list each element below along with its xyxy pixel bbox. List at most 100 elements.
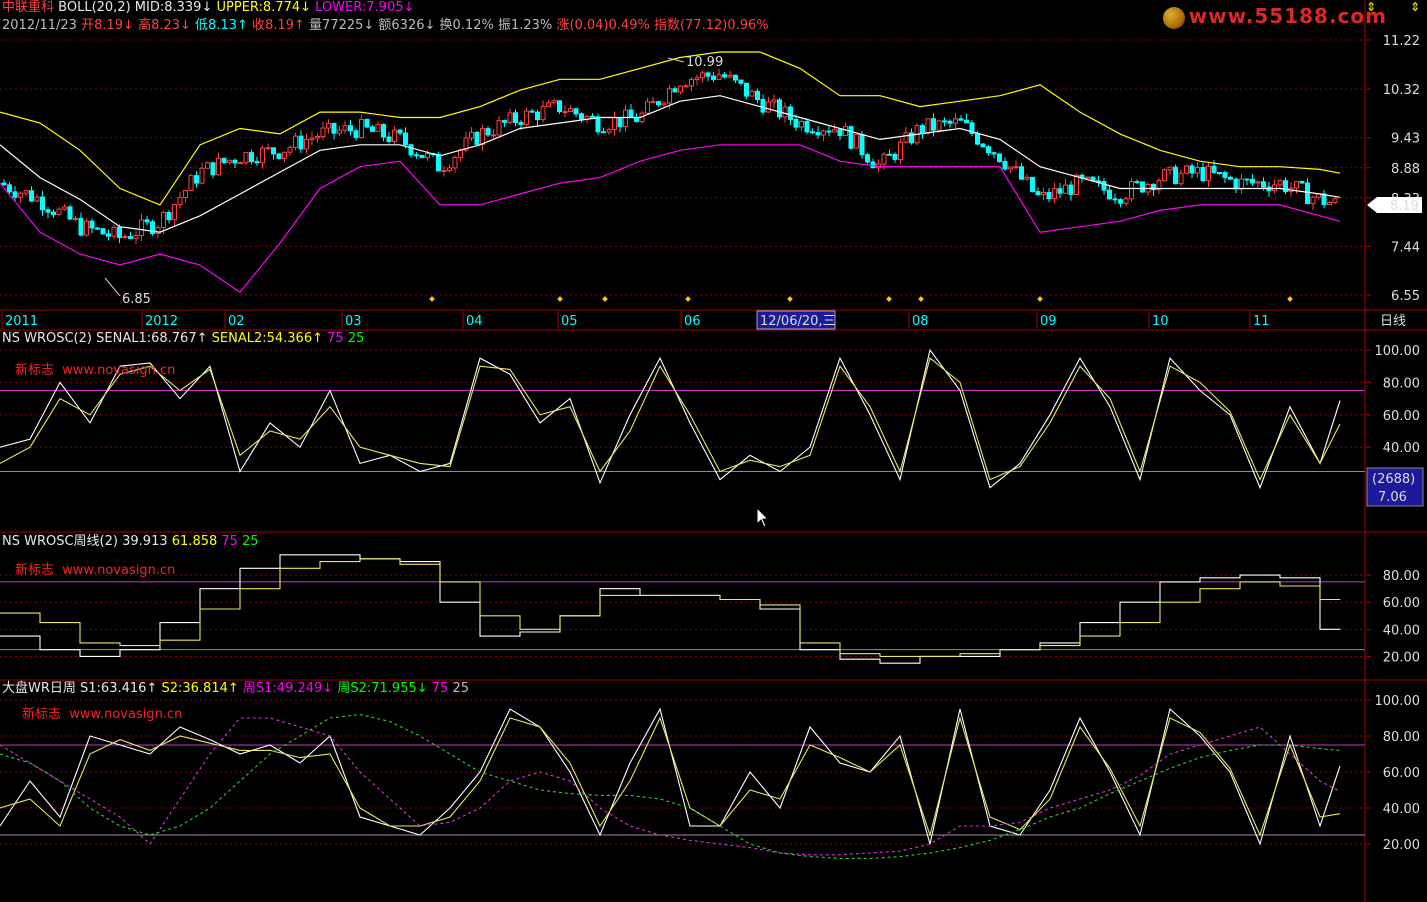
- x-axis-label: 03: [345, 314, 362, 329]
- candle-body: [551, 100, 557, 104]
- candle-body: [832, 129, 837, 133]
- panel3-title[interactable]: NS WROSC周线(2): [2, 534, 118, 549]
- period-label[interactable]: 日线: [1380, 314, 1406, 329]
- x-axis-label: 2011: [5, 314, 38, 329]
- candle-body: [23, 190, 29, 194]
- y-tick-label: 8.88: [1391, 162, 1420, 177]
- panel2-title[interactable]: NS WROSC(2): [2, 331, 92, 346]
- candle-body: [601, 131, 606, 134]
- candle-body: [315, 136, 320, 139]
- candle-body: [865, 154, 870, 163]
- candle-body: [436, 153, 441, 172]
- candle-body: [73, 217, 78, 220]
- y-tick-label: 80.00: [1383, 730, 1420, 745]
- quote-low: 低8.13↑: [195, 18, 248, 33]
- candle-body: [238, 162, 243, 165]
- candle-body: [920, 125, 925, 134]
- panel3-header: NS WROSC周线(2) 39.913 61.858 75 25: [2, 534, 259, 550]
- candle-body: [199, 167, 205, 184]
- panel3-series-1: [0, 558, 1341, 657]
- candle-body: [1057, 188, 1063, 194]
- candle-body: [1244, 178, 1250, 181]
- candle-body: [425, 153, 430, 159]
- panel4-title[interactable]: 大盘WR日周: [2, 681, 76, 696]
- candle-body: [1101, 181, 1107, 191]
- candle-body: [1184, 165, 1189, 174]
- candle-body: [403, 132, 408, 146]
- panel4-75: 75: [431, 681, 449, 696]
- candle-body: [546, 102, 551, 107]
- panel4-brand: 新标志 www.novasign.cn: [22, 707, 183, 722]
- candle-body: [293, 135, 298, 148]
- candle-body: [562, 111, 568, 114]
- stock-chart[interactable]: 11.2210.329.438.888.337.446.55100.0080.0…: [0, 0, 1427, 902]
- candle-body: [964, 119, 969, 124]
- expand-arrow-icon[interactable]: ⇕: [1410, 0, 1420, 14]
- candle-body: [51, 211, 56, 216]
- boll-mid-line: [0, 95, 1341, 233]
- candle-body: [749, 90, 755, 97]
- event-marker-icon: [787, 296, 793, 302]
- candle-body: [1002, 161, 1008, 170]
- candle-body: [1255, 181, 1261, 184]
- candle-body: [590, 115, 595, 118]
- candle-body: [1052, 188, 1057, 200]
- candle-body: [276, 153, 282, 159]
- stock-name[interactable]: 中联重科: [2, 0, 54, 15]
- candle-body: [62, 206, 67, 210]
- candle-body: [331, 122, 337, 134]
- candle-body: [1140, 181, 1145, 193]
- candle-body: [95, 227, 100, 230]
- y-tick-label: 20.00: [1383, 650, 1420, 665]
- candle-body: [804, 120, 810, 133]
- candle-body: [612, 117, 617, 131]
- candle-body: [1327, 202, 1332, 206]
- candle-body: [513, 112, 518, 124]
- quote-index: 指数(77.12)0.96%: [653, 18, 769, 33]
- candle-body: [84, 220, 89, 236]
- y-tick-label: 40.00: [1383, 802, 1420, 817]
- candle-body: [1299, 181, 1305, 184]
- candle-body: [991, 152, 997, 155]
- candle-body: [1068, 184, 1074, 195]
- indicator-name[interactable]: BOLL(20,2): [58, 0, 131, 15]
- candle-body: [408, 144, 414, 156]
- candle-body: [144, 219, 150, 223]
- candle-body: [381, 124, 386, 138]
- candle-body: [579, 113, 584, 120]
- candle-body: [958, 118, 964, 121]
- candle-body: [348, 125, 353, 132]
- candle-body: [326, 122, 331, 129]
- candle-body: [705, 72, 711, 77]
- quote-date: 2012/11/23: [2, 18, 77, 33]
- candle-body: [1063, 184, 1068, 194]
- candle-body: [243, 152, 249, 164]
- panel3-brand: 新标志 www.novasign.cn: [15, 563, 176, 578]
- candle-body: [760, 99, 766, 113]
- candle-body: [1332, 198, 1338, 204]
- panel2-brand: 新标志 www.novasign.cn: [15, 363, 176, 378]
- candle-body: [359, 118, 364, 139]
- panel2-25: 25: [347, 331, 365, 346]
- candle-body: [12, 191, 18, 198]
- panel4-25: 25: [452, 681, 470, 696]
- candle-body: [1178, 172, 1184, 185]
- candle-body: [1035, 191, 1041, 196]
- event-marker-icon: [918, 296, 924, 302]
- candle-body: [507, 112, 513, 123]
- panel4-ws1: 周S1:49.249↓: [242, 681, 334, 696]
- candle-body: [1228, 176, 1233, 180]
- candle-body: [518, 122, 524, 125]
- candle-body: [216, 157, 221, 176]
- candle-body: [34, 196, 40, 202]
- candle-body: [386, 136, 392, 142]
- candle-body: [1107, 189, 1112, 200]
- candle-body: [364, 118, 370, 128]
- candle-body: [1206, 165, 1211, 182]
- mouse-cursor-icon: [756, 506, 770, 528]
- candle-body: [161, 211, 166, 229]
- candle-body: [210, 162, 216, 176]
- y-tick-label: 9.43: [1391, 132, 1420, 147]
- panel2-series-1: [0, 357, 1341, 481]
- candle-body: [111, 226, 117, 237]
